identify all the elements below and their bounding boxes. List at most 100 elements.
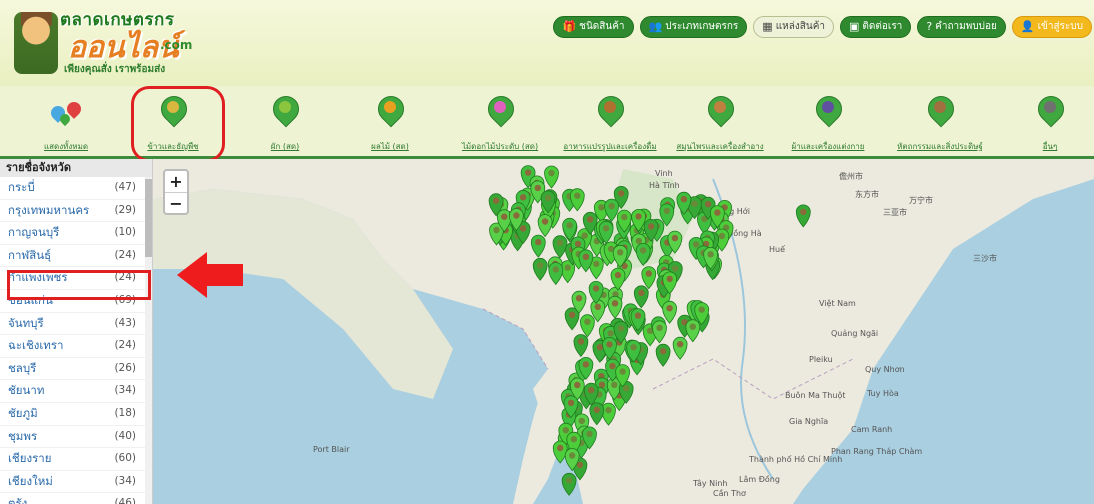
- product-map-pin[interactable]: [532, 257, 548, 281]
- map-view[interactable]: Vinh Hà Tĩnh Đồng Hới Đồng Hà Huế Việt N…: [153, 159, 1094, 504]
- textile-icon: [810, 90, 848, 128]
- product-map-pin[interactable]: [544, 165, 559, 189]
- province-count: (24): [114, 339, 136, 352]
- user-icon: 👤: [1020, 20, 1035, 33]
- product-map-pin[interactable]: [641, 266, 657, 290]
- product-map-pin[interactable]: [685, 319, 701, 343]
- zoom-out-button[interactable]: −: [165, 193, 187, 214]
- province-item[interactable]: กาญจนบุรี (10): [0, 222, 152, 245]
- province-item[interactable]: เชียงใหม่ (34): [0, 471, 152, 494]
- vegetable-icon: [267, 90, 305, 128]
- province-name: ชัยนาท: [8, 383, 45, 398]
- product-map-pin[interactable]: [573, 334, 589, 358]
- province-count: (43): [114, 316, 136, 329]
- province-item[interactable]: ชัยภูมิ (18): [0, 403, 152, 426]
- nav-label: ชนิดสินค้า: [579, 21, 625, 32]
- category-label: แสดงทั้งหมด: [43, 142, 89, 151]
- nav-faq-button[interactable]: ? คำถามพบบ่อย: [917, 16, 1006, 38]
- category-all[interactable]: แสดงทั้งหมด: [6, 96, 126, 153]
- province-item[interactable]: กาฬสินธุ์ (24): [0, 245, 152, 268]
- logo-domain: .com: [160, 38, 193, 52]
- sidebar-scrollbar[interactable]: [145, 177, 152, 504]
- product-map-pin[interactable]: [604, 198, 620, 222]
- province-count: (34): [114, 474, 136, 487]
- nav-label: คำถามพบบ่อย: [935, 21, 997, 32]
- province-name: ฉะเชิงเทรา: [8, 338, 64, 353]
- province-count: (29): [114, 203, 136, 216]
- province-item[interactable]: ชัยนาท (34): [0, 380, 152, 403]
- other-icon: [1032, 90, 1070, 128]
- province-count: (46): [114, 497, 136, 504]
- province-item[interactable]: ตรัง (46): [0, 493, 152, 504]
- site-logo[interactable]: ตลาดเกษตรกร ออนไลน์ .com เพียงคุณสั่ง เร…: [12, 4, 212, 80]
- province-name: จันทบุรี: [8, 315, 44, 330]
- province-name: กรุงเทพมหานคร: [8, 202, 90, 217]
- category-label: ผัก (สด): [270, 142, 300, 151]
- product-map-pin[interactable]: [795, 204, 811, 228]
- zoom-in-button[interactable]: +: [165, 171, 187, 193]
- product-map-pin[interactable]: [530, 234, 546, 258]
- category-label: อื่นๆ: [1042, 142, 1058, 151]
- province-item[interactable]: ฉะเชิงเทรา (24): [0, 335, 152, 358]
- province-item[interactable]: กระบี่ (47): [0, 177, 152, 200]
- category-label: สมุนไพรและเครื่องสำอาง: [676, 142, 764, 151]
- province-count: (18): [114, 406, 136, 419]
- product-map-pin[interactable]: [672, 336, 688, 360]
- province-item[interactable]: กรุงเทพมหานคร (29): [0, 200, 152, 223]
- category-fruit[interactable]: ผลไม้ (สด): [330, 90, 450, 153]
- nav-farmer-types-button[interactable]: 👥 ประเภทเกษตรกร: [639, 16, 748, 38]
- category-vegetable[interactable]: ผัก (สด): [225, 90, 345, 153]
- product-map-pin[interactable]: [537, 214, 553, 238]
- category-processed-food[interactable]: อาหารแปรรูปและเครื่องดื่ม: [550, 90, 670, 153]
- nav-label: เข้าสู่ระบบ: [1037, 21, 1083, 32]
- category-textile[interactable]: ผ้าและเครื่องแต่งกาย: [768, 90, 888, 153]
- province-item[interactable]: จันทบุรี (43): [0, 313, 152, 336]
- category-label: อาหารแปรรูปและเครื่องดื่ม: [563, 142, 657, 151]
- province-count: (10): [114, 226, 136, 239]
- product-map-pin[interactable]: [552, 235, 568, 259]
- product-map-pin[interactable]: [601, 402, 616, 426]
- province-highlight-box: [7, 270, 151, 300]
- nav-product-types-button[interactable]: 🎁 ชนิดสินค้า: [553, 16, 634, 38]
- product-map-pin[interactable]: [561, 472, 577, 496]
- nav-label: ติดต่อเรา: [862, 21, 903, 32]
- herb-icon: [702, 90, 740, 128]
- gift-icon: 🎁: [562, 20, 577, 33]
- province-name: ชลบุรี: [8, 360, 37, 375]
- category-other[interactable]: อื่นๆ: [990, 90, 1094, 153]
- nav-login-button[interactable]: 👤 เข้าสู่ระบบ: [1011, 16, 1092, 38]
- nav-contact-button[interactable]: ▣ ติดต่อเรา: [840, 16, 912, 38]
- question-icon: ?: [926, 20, 933, 33]
- province-count: (24): [114, 248, 136, 261]
- nav-label: แหล่งสินค้า: [775, 21, 825, 32]
- category-label: หัตถกรรมและสิ่งประดิษฐ์: [897, 142, 983, 151]
- province-count: (40): [114, 429, 136, 442]
- province-count: (60): [114, 452, 136, 465]
- product-map-pin[interactable]: [655, 343, 671, 367]
- province-name: กาฬสินธุ์: [8, 247, 52, 262]
- category-flower[interactable]: ไม้ดอกไม้ประดับ (สด): [440, 90, 560, 153]
- product-map-pin[interactable]: [607, 295, 623, 319]
- nav-product-sources-button[interactable]: ▦ แหล่งสินค้า: [753, 16, 834, 38]
- logo-tagline: เพียงคุณสั่ง เราพร้อมส่ง: [64, 64, 166, 75]
- product-map-pin[interactable]: [635, 243, 651, 267]
- food-icon: [592, 90, 630, 128]
- province-item[interactable]: ชลบุรี (26): [0, 358, 152, 381]
- product-map-pin[interactable]: [633, 285, 649, 309]
- product-pins-layer: [488, 165, 811, 496]
- category-craft[interactable]: หัตถกรรมและสิ่งประดิษฐ์: [880, 90, 1000, 153]
- product-map-pin[interactable]: [548, 262, 564, 286]
- province-count: (26): [114, 361, 136, 374]
- product-map-pin[interactable]: [579, 314, 595, 338]
- category-herb[interactable]: สมุนไพรและเครื่องสำอาง: [660, 90, 780, 153]
- product-map-pin[interactable]: [552, 440, 568, 464]
- product-map-pin[interactable]: [610, 267, 626, 291]
- people-icon: 👥: [648, 20, 663, 33]
- zoom-control: + −: [163, 169, 189, 215]
- province-item[interactable]: ชุมพร (40): [0, 426, 152, 449]
- province-list-title: รายชื่อจังหวัด: [0, 159, 152, 177]
- farmer-mascot-icon: [14, 12, 58, 74]
- scrollbar-thumb[interactable]: [145, 179, 152, 257]
- province-item[interactable]: เชียงราย (60): [0, 448, 152, 471]
- product-map-pin[interactable]: [589, 402, 605, 426]
